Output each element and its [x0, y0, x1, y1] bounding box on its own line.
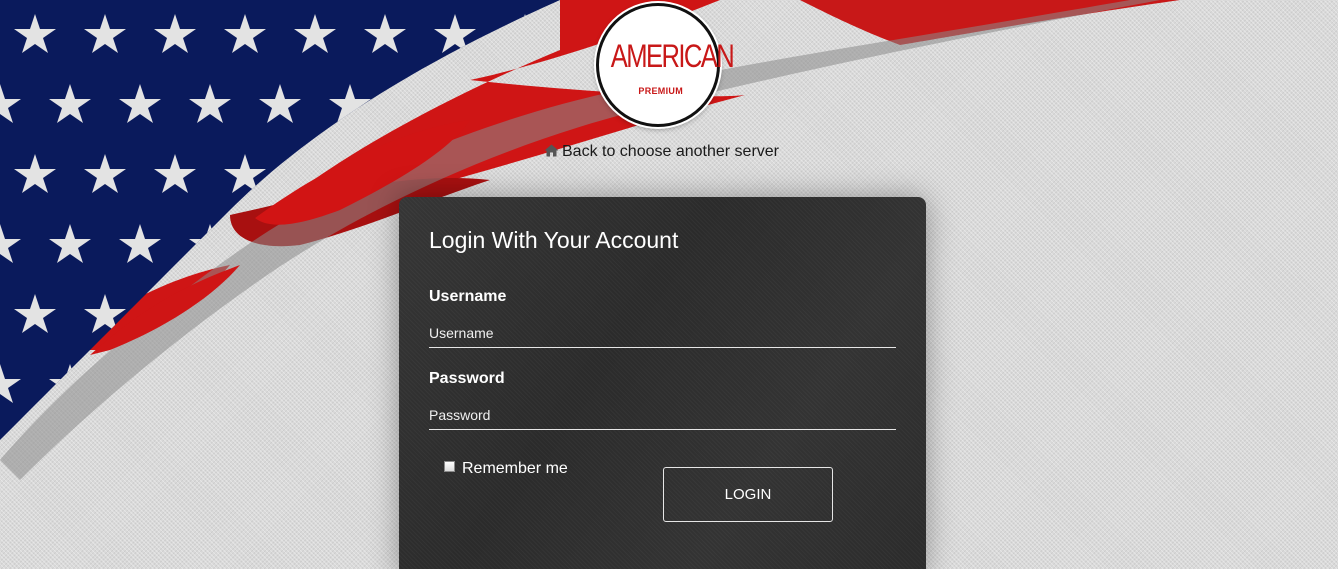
remember-me-checkbox[interactable] — [444, 461, 455, 472]
site-logo: AMERICAN PREMIUM — [596, 3, 735, 127]
username-label: Username — [429, 288, 507, 305]
login-button[interactable]: LOGIN — [663, 467, 833, 522]
username-input[interactable] — [429, 318, 896, 348]
back-to-server-link[interactable]: Back to choose another server — [544, 143, 794, 161]
home-icon — [544, 144, 559, 157]
login-panel: Login With Your Account Username Passwor… — [399, 197, 926, 569]
remember-me-label: Remember me — [462, 460, 568, 477]
password-input[interactable] — [429, 400, 896, 430]
password-label: Password — [429, 370, 505, 387]
logo-subtitle: PREMIUM — [638, 86, 683, 96]
login-title: Login With Your Account — [429, 227, 679, 253]
back-link-label: Back to choose another server — [562, 143, 780, 160]
remember-me[interactable]: Remember me — [444, 460, 568, 478]
logo-wordmark: AMERICAN — [610, 38, 735, 74]
